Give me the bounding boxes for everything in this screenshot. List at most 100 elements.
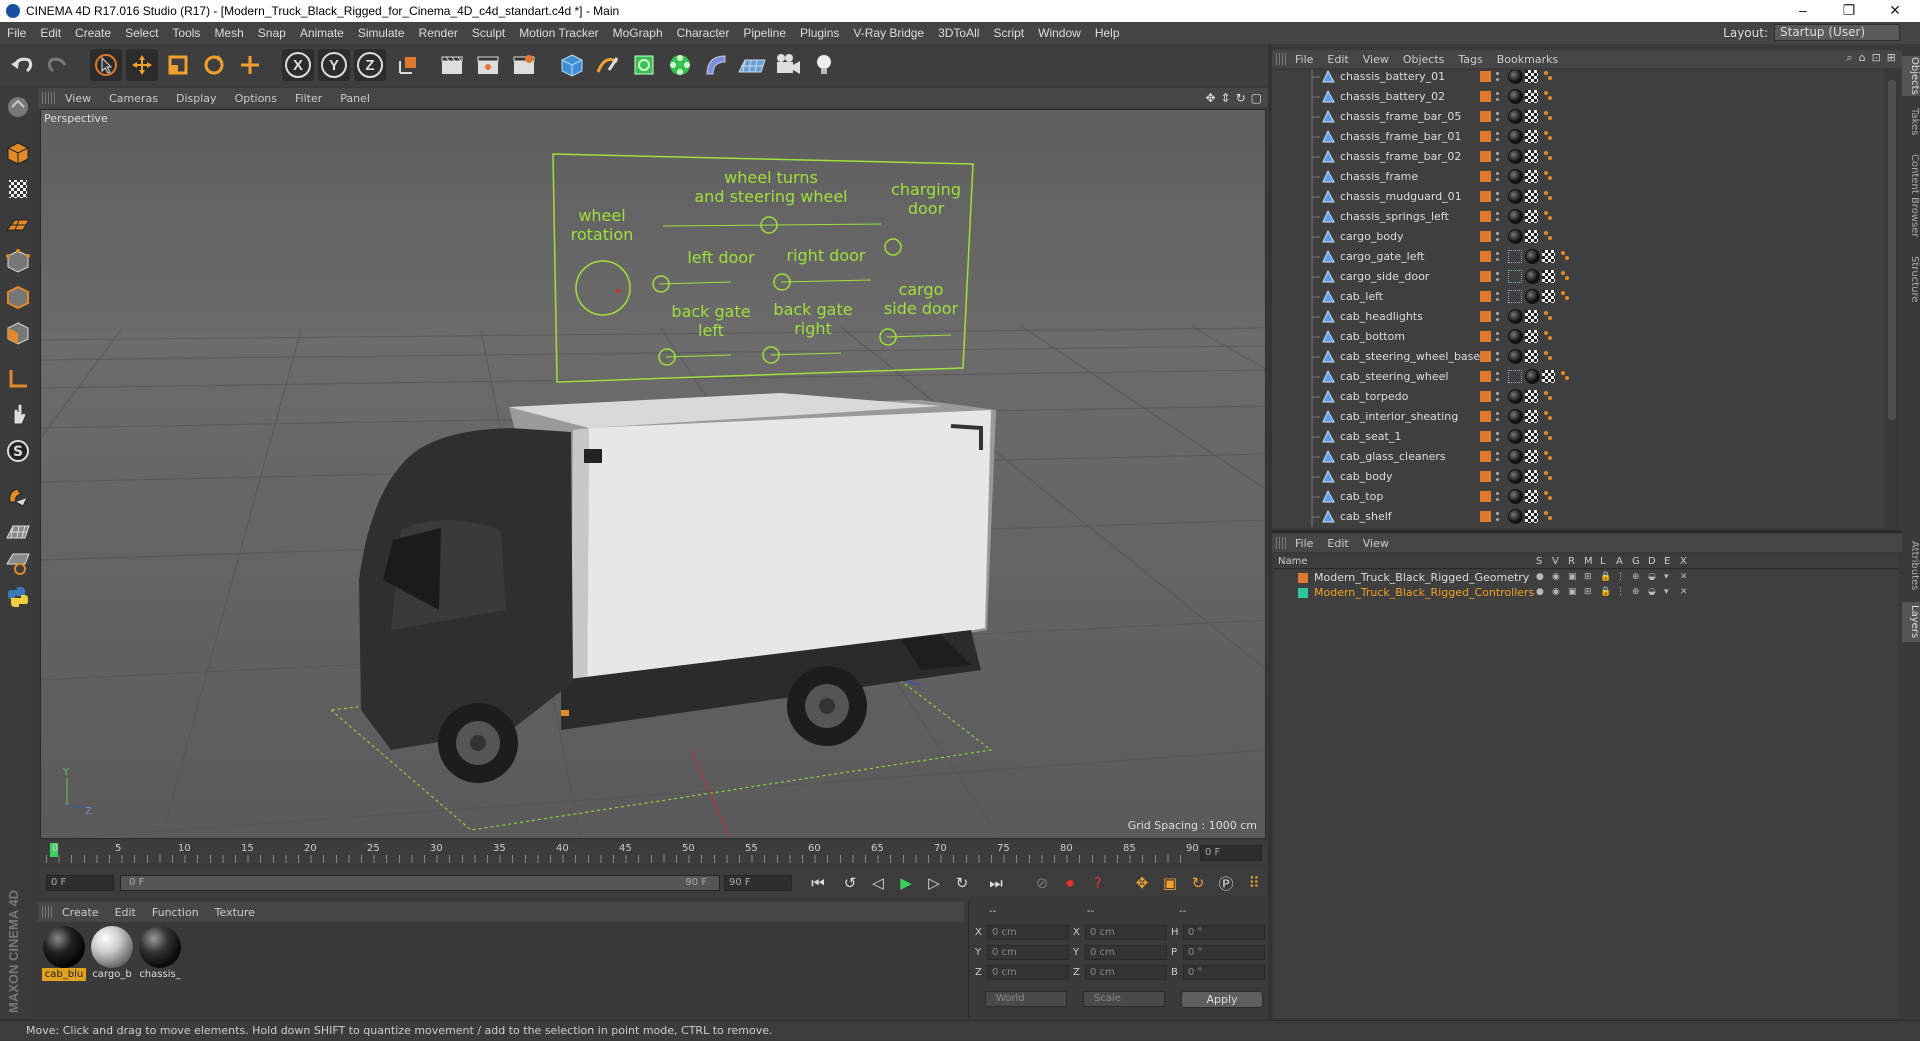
previous-frame-button[interactable]: ◁ xyxy=(866,872,890,894)
object-row[interactable]: cab_interior_sheating xyxy=(1272,407,1884,427)
size-x-field[interactable]: 0 cm xyxy=(1085,925,1167,940)
layer-row[interactable]: Modern_Truck_Black_Rigged_Controllers ● ◉ ▣… xyxy=(1274,585,1898,600)
material-tag-icon[interactable] xyxy=(1508,109,1523,124)
visibility-toggle-icon[interactable] xyxy=(1495,291,1500,303)
solo-button[interactable]: S xyxy=(3,436,33,466)
tab-objects[interactable]: Objects xyxy=(1902,56,1920,96)
layer-color-swatch[interactable] xyxy=(1480,351,1491,362)
menu-character[interactable]: Character xyxy=(670,26,737,40)
play-button[interactable]: ▶ xyxy=(894,872,918,894)
material-swatch[interactable]: cab_blu xyxy=(42,926,86,981)
layer-color-swatch[interactable] xyxy=(1480,331,1491,342)
layer-animation-toggle-icon[interactable]: ⋮ xyxy=(1616,572,1626,582)
next-frame-button[interactable]: ▷ xyxy=(922,872,946,894)
visibility-toggle-icon[interactable] xyxy=(1495,371,1500,383)
object-row[interactable]: chassis_frame xyxy=(1272,167,1884,187)
perspective-viewport[interactable]: Y Z wheel rotation wheel turns and steer… xyxy=(40,109,1266,839)
material-tag-icon[interactable] xyxy=(1525,269,1540,284)
xpresso-tag-icon[interactable] xyxy=(1508,270,1522,283)
edges-mode-button[interactable] xyxy=(3,282,33,312)
material-menu-create[interactable]: Create xyxy=(54,906,107,919)
uvw-tag-icon[interactable] xyxy=(1525,130,1538,143)
menu-window[interactable]: Window xyxy=(1031,26,1088,40)
layer-menu-edit[interactable]: Edit xyxy=(1320,537,1355,550)
selection-tag-icon[interactable] xyxy=(1559,250,1571,263)
material-tag-icon[interactable] xyxy=(1508,329,1523,344)
selection-tag-icon[interactable] xyxy=(1559,370,1571,383)
uvw-tag-icon[interactable] xyxy=(1525,490,1538,503)
material-tag-icon[interactable] xyxy=(1525,369,1540,384)
layer-manager-toggle-icon[interactable]: ⊞ xyxy=(1584,572,1594,582)
uvw-tag-icon[interactable] xyxy=(1525,110,1538,123)
layer-render-toggle-icon[interactable]: ▣ xyxy=(1568,572,1578,582)
layer-menu-view[interactable]: View xyxy=(1356,537,1396,550)
object-menu-view[interactable]: View xyxy=(1356,53,1396,66)
material-tag-icon[interactable] xyxy=(1525,289,1540,304)
layer-xref-toggle-icon[interactable]: ✕ xyxy=(1680,572,1690,582)
viewport-menu-panel[interactable]: Panel xyxy=(331,92,379,105)
menu-sculpt[interactable]: Sculpt xyxy=(465,26,512,40)
selection-tag-icon[interactable] xyxy=(1542,510,1554,523)
scrollbar-thumb[interactable] xyxy=(1888,80,1896,420)
material-tag-icon[interactable] xyxy=(1508,89,1523,104)
viewport-menu-display[interactable]: Display xyxy=(167,92,226,105)
uvw-tag-icon[interactable] xyxy=(1542,270,1555,283)
layer-color-swatch[interactable] xyxy=(1480,211,1491,222)
selection-tag-icon[interactable] xyxy=(1542,90,1554,103)
layer-color-swatch[interactable] xyxy=(1480,191,1491,202)
object-row[interactable]: cab_glass_cleaners xyxy=(1272,447,1884,467)
menu-animate[interactable]: Animate xyxy=(293,26,351,40)
move-tool-button[interactable] xyxy=(126,49,158,81)
layer-view-toggle-icon[interactable]: ◉ xyxy=(1552,587,1562,597)
material-tag-icon[interactable] xyxy=(1508,309,1523,324)
material-tag-icon[interactable] xyxy=(1508,449,1523,464)
selection-tag-icon[interactable] xyxy=(1542,390,1554,403)
key-rotation-button[interactable]: ↻ xyxy=(1186,872,1210,894)
visibility-toggle-icon[interactable] xyxy=(1495,511,1500,523)
menu-motion-tracker[interactable]: Motion Tracker xyxy=(512,26,605,40)
layer-color-swatch[interactable] xyxy=(1480,411,1491,422)
axis-mode-button[interactable] xyxy=(3,364,33,394)
material-tag-icon[interactable] xyxy=(1508,209,1523,224)
transform-tool-button[interactable] xyxy=(234,49,266,81)
selection-tag-icon[interactable] xyxy=(1542,150,1554,163)
layer-color-swatch[interactable] xyxy=(1480,131,1491,142)
visibility-toggle-icon[interactable] xyxy=(1495,91,1500,103)
render-view-button[interactable] xyxy=(436,49,468,81)
menu-create[interactable]: Create xyxy=(68,26,118,40)
selection-tag-icon[interactable] xyxy=(1542,470,1554,483)
layer-color-swatch[interactable] xyxy=(1480,111,1491,122)
render-settings-button[interactable] xyxy=(508,49,540,81)
object-tree-scrollbar[interactable] xyxy=(1886,70,1898,528)
material-tag-icon[interactable] xyxy=(1508,429,1523,444)
menu-mograph[interactable]: MoGraph xyxy=(606,26,670,40)
uvw-tag-icon[interactable] xyxy=(1525,510,1538,523)
size-mode-dropdown[interactable]: Scale xyxy=(1083,991,1165,1007)
menu-script[interactable]: Script xyxy=(986,26,1031,40)
make-editable-button[interactable] xyxy=(3,92,33,122)
visibility-toggle-icon[interactable] xyxy=(1495,311,1500,323)
rotation-h-field[interactable]: 0 ° xyxy=(1183,925,1265,940)
layer-deformers-toggle-icon[interactable]: ◒ xyxy=(1648,587,1658,597)
object-row[interactable]: cab_left xyxy=(1272,287,1884,307)
material-tag-icon[interactable] xyxy=(1508,389,1523,404)
uvw-tag-icon[interactable] xyxy=(1542,290,1555,303)
home-icon[interactable]: ⌂ xyxy=(1859,51,1866,65)
object-row[interactable]: cab_seat_1 xyxy=(1272,427,1884,447)
uvw-tag-icon[interactable] xyxy=(1525,470,1538,483)
layout-dropdown[interactable]: Startup (User) xyxy=(1774,24,1900,41)
python-console-button[interactable] xyxy=(3,582,33,612)
apply-button[interactable]: Apply xyxy=(1181,991,1263,1008)
object-row[interactable]: cab_shelf xyxy=(1272,507,1884,527)
visibility-toggle-icon[interactable] xyxy=(1495,411,1500,423)
material-tag-icon[interactable] xyxy=(1525,249,1540,264)
viewport-pan-icon[interactable]: ✥ xyxy=(1205,91,1215,105)
rotation-b-field[interactable]: 0 ° xyxy=(1183,965,1265,980)
object-row[interactable]: chassis_mudguard_01 xyxy=(1272,187,1884,207)
uvw-tag-icon[interactable] xyxy=(1525,410,1538,423)
timeline-end-field[interactable]: 90 F xyxy=(724,875,792,891)
layer-color-swatch[interactable] xyxy=(1480,171,1491,182)
layer-xref-toggle-icon[interactable]: ✕ xyxy=(1680,587,1690,597)
object-row[interactable]: cab_steering_wheel_base xyxy=(1272,347,1884,367)
object-row[interactable]: chassis_frame_bar_01 xyxy=(1272,127,1884,147)
